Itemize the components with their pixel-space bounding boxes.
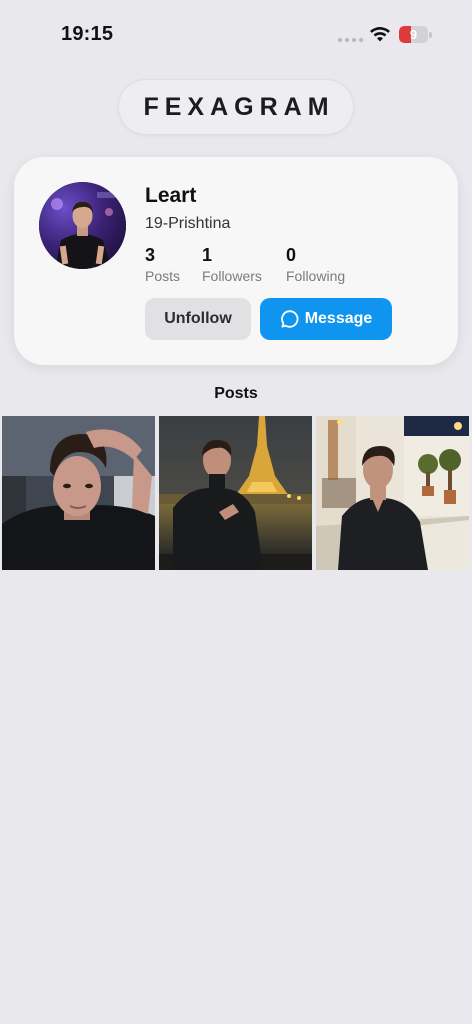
posts-grid xyxy=(2,416,470,570)
stat-following[interactable]: 0 Following xyxy=(286,244,345,284)
unfollow-button-label: Unfollow xyxy=(164,310,232,327)
post-image-eiffel-tower xyxy=(159,416,312,570)
status-bar: 19:15 9 xyxy=(0,0,472,70)
post-thumbnail[interactable] xyxy=(159,416,312,570)
post-thumbnail[interactable] xyxy=(316,416,469,570)
profile-card: Leart 19-Prishtina 3 Posts 1 Followers 0… xyxy=(14,157,458,365)
profile-bio: 19-Prishtina xyxy=(145,215,231,232)
post-image-selfie xyxy=(2,416,155,570)
stat-posts[interactable]: 3 Posts xyxy=(145,244,202,284)
unfollow-button[interactable]: Unfollow xyxy=(145,298,251,340)
battery-icon: 9 xyxy=(399,26,432,43)
profile-stats: 3 Posts 1 Followers 0 Following xyxy=(145,244,345,284)
message-button[interactable]: Message xyxy=(260,298,392,340)
status-time: 19:15 xyxy=(61,23,114,45)
stat-posts-label: Posts xyxy=(145,268,181,284)
profile-username: Leart xyxy=(145,184,197,207)
stat-followers-count: 1 xyxy=(202,245,213,265)
stat-following-count: 0 xyxy=(286,245,297,265)
profile-screen: 19:15 9 FEXAGRAM Leart 19-Prishtina 3 Po… xyxy=(0,0,472,1024)
message-button-label: Message xyxy=(304,310,373,327)
stat-following-label: Following xyxy=(286,268,346,284)
brand-title: FEXAGRAM xyxy=(143,92,335,121)
avatar-image xyxy=(39,182,126,269)
cellular-signal-icon xyxy=(338,38,363,42)
brand-header: FEXAGRAM xyxy=(118,79,354,135)
post-thumbnail[interactable] xyxy=(2,416,155,570)
avatar[interactable] xyxy=(39,182,126,269)
posts-heading: Posts xyxy=(214,385,258,402)
stat-followers[interactable]: 1 Followers xyxy=(202,244,286,284)
chat-bubble-icon xyxy=(280,310,299,328)
stat-posts-count: 3 xyxy=(145,245,156,265)
wifi-icon xyxy=(370,27,390,42)
post-image-greek-alley xyxy=(316,416,469,570)
battery-level: 9 xyxy=(409,27,418,42)
stat-followers-label: Followers xyxy=(202,268,262,284)
